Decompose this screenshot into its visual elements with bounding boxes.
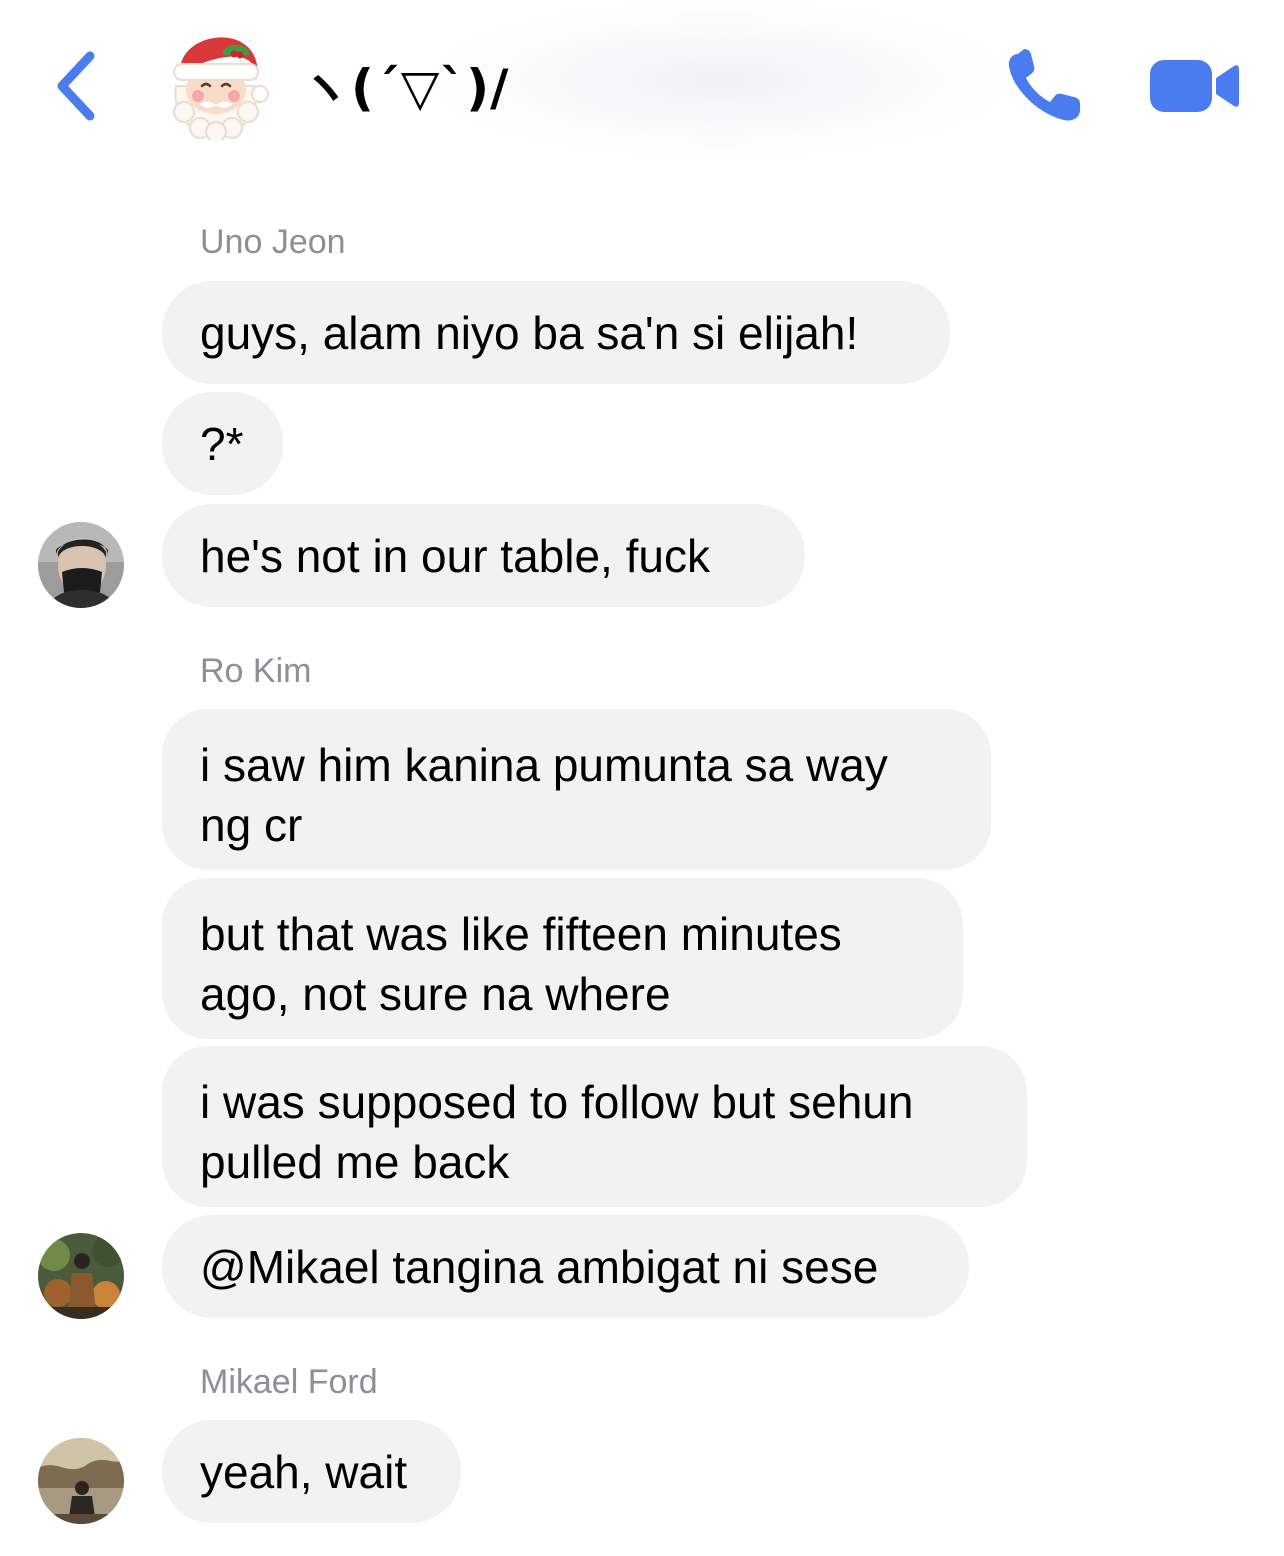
message-bubble[interactable]: yeah, wait <box>162 1420 461 1523</box>
message-text: i was supposed to follow but sehun pulle… <box>200 1072 913 1192</box>
chat-title: ヽ(´▽`)/ <box>300 59 510 117</box>
message-text: yeah, wait <box>200 1445 408 1498</box>
sender-name: Uno Jeon <box>200 223 346 261</box>
message-line: i was supposed to follow but sehun <box>200 1076 914 1128</box>
sender-avatar[interactable] <box>38 1233 124 1319</box>
message-bubble[interactable]: @Mikael tangina ambigat ni sese <box>162 1215 969 1318</box>
message-text: guys, alam niyo ba sa'n si elijah! <box>200 306 859 359</box>
sender-name: Mikael Ford <box>200 1363 378 1401</box>
group-avatar[interactable] <box>160 28 272 143</box>
message-text: ?* <box>200 417 244 470</box>
phone-icon <box>1008 49 1080 121</box>
message-text: @Mikael tangina ambigat ni sese <box>200 1240 879 1293</box>
message-bubble[interactable]: but that was like fifteen minutes ago, n… <box>162 878 963 1039</box>
message-line: pulled me back <box>200 1136 510 1188</box>
voice-call-button[interactable] <box>1004 48 1086 124</box>
santa-icon <box>173 37 269 143</box>
message-bubble[interactable]: ?* <box>162 392 283 495</box>
message-bubble[interactable]: he's not in our table, fuck <box>162 504 805 607</box>
avatar-photo <box>38 1438 124 1524</box>
header-background-glow <box>420 0 1020 160</box>
message-text: he's not in our table, fuck <box>200 529 710 582</box>
message-line: ago, not sure na where <box>200 968 671 1020</box>
message-line: ng cr <box>200 799 303 851</box>
chat-header: ヽ(´▽`)/ <box>0 0 1284 170</box>
message-text: but that was like fifteen minutes ago, n… <box>200 904 842 1024</box>
message-text: i saw him kanina pumunta sa way ng cr <box>200 735 888 855</box>
back-button[interactable] <box>44 44 114 128</box>
message-bubble[interactable]: guys, alam niyo ba sa'n si elijah! <box>162 281 950 384</box>
message-bubble[interactable]: i was supposed to follow but sehun pulle… <box>162 1046 1027 1207</box>
message-bubble[interactable]: i saw him kanina pumunta sa way ng cr <box>162 709 991 870</box>
video-camera-icon <box>1150 60 1239 112</box>
back-chevron-icon <box>57 51 95 121</box>
message-line: i saw him kanina pumunta sa way <box>200 739 888 791</box>
sender-avatar[interactable] <box>38 522 124 608</box>
sender-avatar[interactable] <box>38 1438 124 1524</box>
message-line: but that was like fifteen minutes <box>200 908 842 960</box>
avatar-photo <box>38 522 124 608</box>
video-call-button[interactable] <box>1148 52 1240 118</box>
avatar-photo <box>38 1233 124 1319</box>
sender-name: Ro Kim <box>200 652 312 690</box>
